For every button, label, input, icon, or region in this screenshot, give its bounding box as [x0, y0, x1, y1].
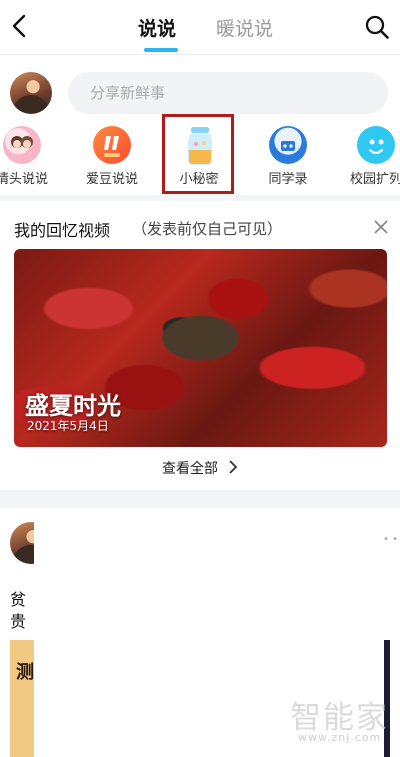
post-text: 贫: [10, 590, 27, 609]
video-date: 2021年5月4日: [27, 419, 109, 433]
app-label: 同学录: [268, 172, 308, 187]
idol-icon: [93, 126, 131, 164]
app-label: 校园扩列: [349, 172, 400, 187]
app-classmates[interactable]: 同学录: [248, 124, 328, 190]
memory-title: 我的回忆视频: [14, 221, 111, 240]
post-image[interactable]: 测: [10, 640, 36, 757]
couple-avatar-icon: [3, 126, 41, 164]
search-icon[interactable]: [364, 14, 390, 40]
app-label: 情头说说: [0, 172, 48, 187]
app-label: 爱豆说说: [85, 172, 138, 187]
avatar[interactable]: [10, 72, 52, 114]
top-bar: 说说 暖说说: [0, 0, 400, 54]
view-all-link[interactable]: 查看全部: [162, 458, 218, 478]
watermark-url: www.znj.com: [298, 731, 382, 744]
tab-shuoshuo[interactable]: 说说: [138, 14, 176, 41]
close-icon[interactable]: [372, 218, 390, 236]
more-icon[interactable]: • •: [383, 534, 398, 545]
app-idol[interactable]: 爱豆说说: [72, 124, 152, 190]
memory-subtitle: （发表前仅自己可见）: [132, 220, 283, 238]
video-title: 盛夏时光: [25, 392, 121, 420]
chevron-right-icon[interactable]: [228, 460, 238, 474]
app-campus[interactable]: 校园扩列: [336, 124, 400, 190]
classmates-icon: [269, 126, 307, 164]
app-couple-avatar[interactable]: 情头说说: [0, 124, 62, 190]
campus-icon: [357, 126, 395, 164]
post-image-text: 测: [16, 662, 34, 683]
active-tab-indicator: [144, 48, 178, 52]
section-divider: [0, 195, 400, 201]
header-divider: [0, 54, 400, 55]
tab-nuan-shuoshuo[interactable]: 暖说说: [216, 14, 273, 41]
compose-input[interactable]: 分享新鲜事: [68, 72, 388, 114]
section-divider: [0, 490, 400, 508]
highlight-box: [162, 114, 234, 194]
post-text: 贵: [10, 612, 27, 631]
back-arrow-icon[interactable]: [6, 12, 34, 40]
